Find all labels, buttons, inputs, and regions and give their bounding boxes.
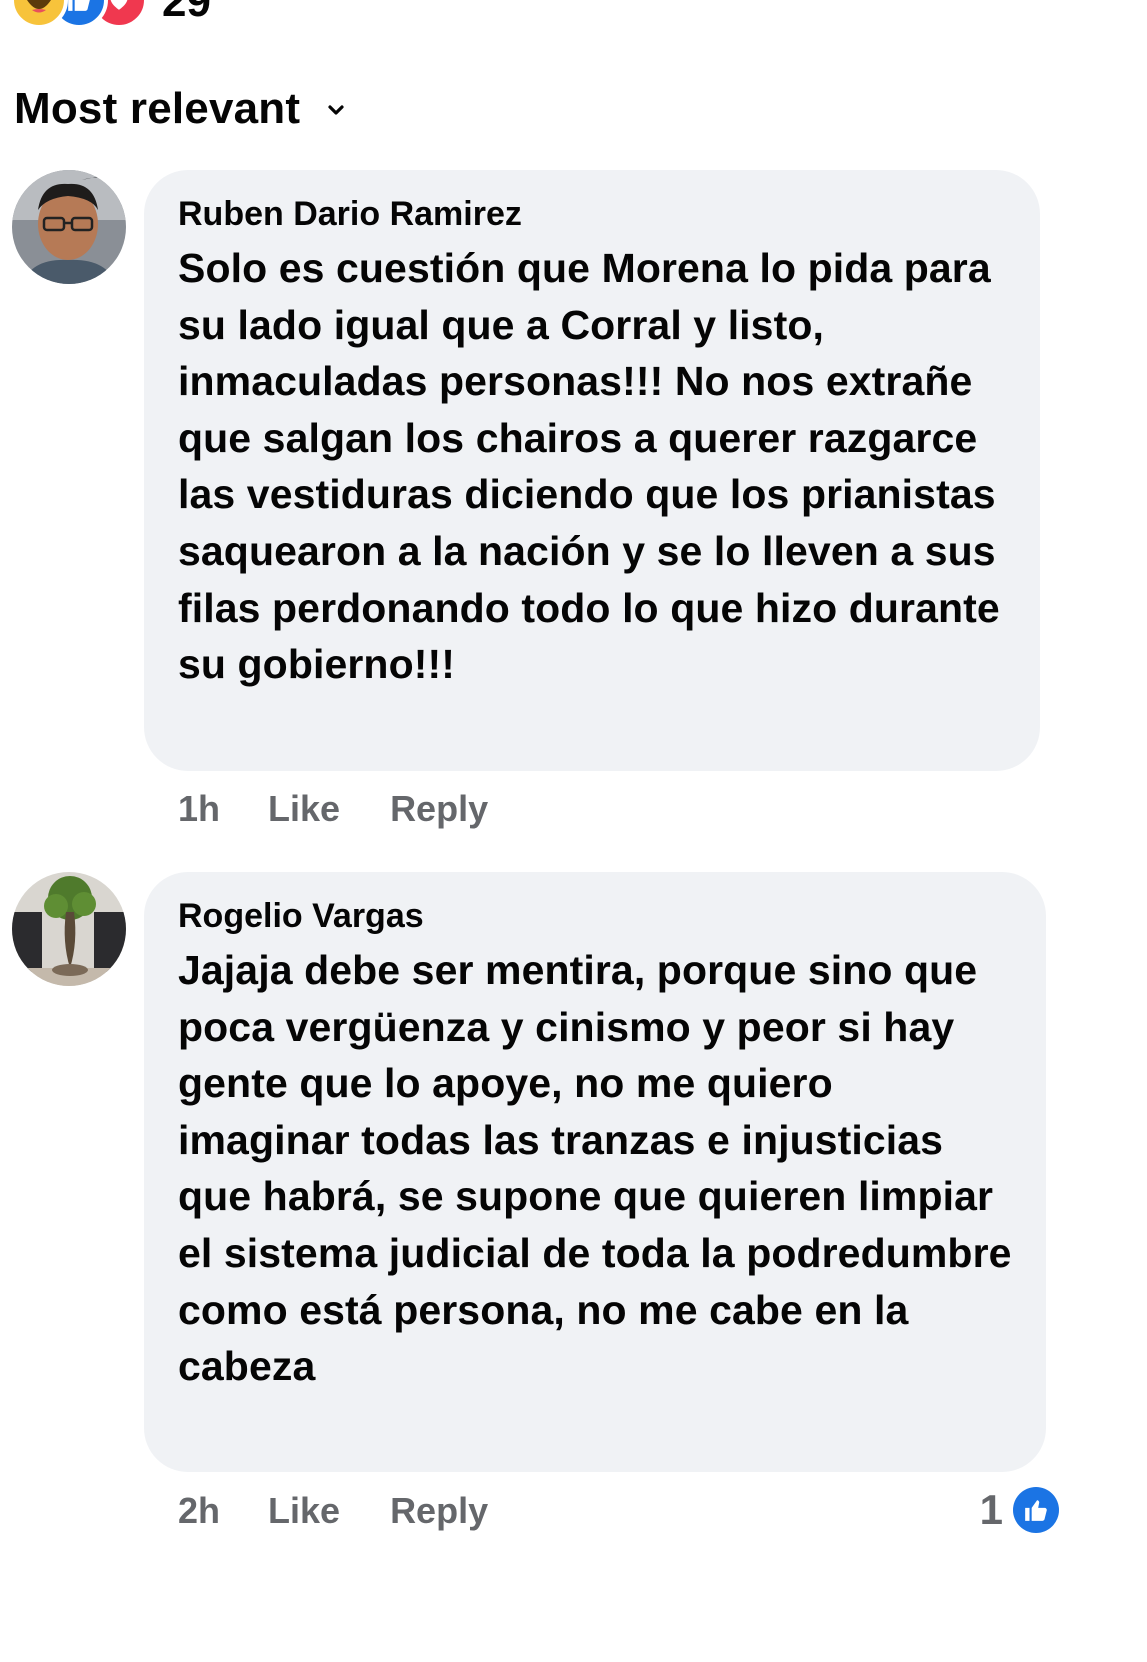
comment-author[interactable]: Ruben Dario Ramirez bbox=[178, 194, 1006, 234]
comment-reaction-number: 1 bbox=[979, 1486, 1003, 1533]
comment-sort-dropdown[interactable]: Most relevant bbox=[14, 84, 346, 134]
comment-timestamp[interactable]: 2h bbox=[178, 1490, 220, 1532]
reply-button[interactable]: Reply bbox=[390, 1490, 488, 1532]
reply-button[interactable]: Reply bbox=[390, 788, 488, 830]
reaction-count: 29 bbox=[162, 0, 211, 26]
comment-bubble: Rogelio Vargas Jajaja debe ser mentira, … bbox=[144, 872, 1046, 1472]
comment-text: Solo es cuestión que Morena lo pida para… bbox=[178, 245, 1000, 688]
comment-timestamp[interactable]: 1h bbox=[178, 788, 220, 830]
avatar[interactable] bbox=[12, 872, 126, 986]
avatar[interactable] bbox=[12, 170, 126, 284]
comment-actions: 1h Like Reply bbox=[178, 788, 488, 830]
comment-author[interactable]: Rogelio Vargas bbox=[178, 896, 1012, 936]
reaction-summary[interactable]: 29 bbox=[10, 0, 211, 30]
comment-actions: 2h Like Reply bbox=[178, 1490, 488, 1532]
comment-text: Jajaja debe ser mentira, porque sino que… bbox=[178, 947, 1012, 1390]
sort-label: Most relevant bbox=[14, 84, 301, 133]
like-button[interactable]: Like bbox=[268, 788, 340, 830]
comment-reaction-count[interactable]: 1 bbox=[980, 1486, 1059, 1534]
comment-bubble: Ruben Dario Ramirez Solo es cuestión que… bbox=[144, 170, 1040, 771]
like-button[interactable]: Like bbox=[268, 1490, 340, 1532]
chevron-down-icon bbox=[326, 103, 346, 122]
like-icon bbox=[1013, 1487, 1059, 1533]
haha-reaction-icon bbox=[10, 0, 68, 29]
